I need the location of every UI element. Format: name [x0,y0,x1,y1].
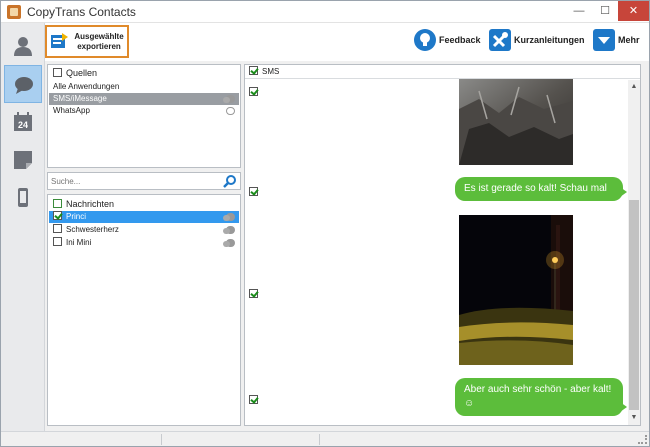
sources-header[interactable]: Quellen [49,66,239,80]
source-item-whatsapp[interactable]: WhatsApp [49,105,239,117]
resize-grip-icon[interactable] [638,435,647,444]
contacts-header-label: Nachrichten [66,199,115,209]
more-button[interactable]: Mehr [593,29,640,53]
lightbulb-icon [414,29,436,51]
contact-item-princi[interactable]: Princi [49,211,239,223]
nav-device[interactable] [4,179,42,217]
search-box [47,172,241,190]
conversation-header[interactable]: SMS [245,65,640,79]
chat-bubbles-icon [223,95,235,103]
left-nav: 24 [1,23,45,431]
export-selected-label: Ausgewählte exportieren [74,32,124,51]
message-image[interactable] [459,215,573,365]
nav-contacts[interactable] [4,27,42,65]
export-icon [51,33,68,48]
nav-calendar[interactable]: 24 [4,103,42,141]
app-window: CopyTrans Contacts — ☐ ✕ 24 Ausgewählte … [0,0,650,447]
scroll-thumb[interactable] [629,200,639,410]
minimize-button[interactable]: — [566,1,592,21]
close-button[interactable]: ✕ [618,1,649,21]
message-checkbox[interactable] [249,187,258,196]
notes-icon [14,151,32,169]
contact-checkbox[interactable] [53,211,62,220]
chat-bubbles-icon [223,213,235,221]
source-item-label: WhatsApp [53,106,90,115]
message-bubble[interactable]: Aber auch sehr schön - aber kalt! ☺ [455,378,627,416]
contact-item-schwesterherz[interactable]: Schwesterherz [49,224,239,236]
export-selected-button[interactable]: Ausgewählte exportieren [45,25,129,58]
message-checkbox[interactable] [249,289,258,298]
toolbar: Ausgewählte exportieren Feedback Kurzanl… [45,23,649,61]
source-item-all-apps[interactable]: Alle Anwendungen [49,81,239,93]
source-item-sms[interactable]: SMS/iMessage [49,93,239,105]
contacts-icon [14,37,32,56]
contact-item-label: Ini Mini [66,238,92,247]
feedback-button[interactable]: Feedback [414,29,481,53]
chat-bubbles-icon [223,239,235,247]
device-icon [18,188,28,207]
contacts-header[interactable]: Nachrichten [49,197,239,211]
source-item-label: SMS/iMessage [53,94,107,103]
conversation-header-label: SMS [262,67,280,76]
messages-checkbox[interactable] [53,199,62,208]
message-checkbox[interactable] [249,395,258,404]
message-checkbox[interactable] [249,87,258,96]
contact-item-label: Princi [66,212,87,221]
chevron-down-icon [593,29,615,51]
sources-header-label: Quellen [66,68,98,78]
status-bar [1,431,649,446]
nav-messages[interactable] [4,65,42,103]
sources-panel: Quellen Alle Anwendungen SMS/iMessage Wh… [47,64,241,168]
whatsapp-icon [226,107,235,115]
status-separator [319,434,320,445]
conversation-scrollbar[interactable]: ▲ ▼ [628,80,640,425]
app-logo-icon [7,5,21,19]
contact-checkbox[interactable] [53,237,62,246]
calendar-day-label: 24 [18,120,28,130]
contact-item-label: Schwesterherz [66,225,119,234]
tools-icon [489,29,511,51]
messages-icon [15,77,33,94]
calendar-icon: 24 [14,112,32,131]
maximize-button[interactable]: ☐ [592,1,618,21]
window-title: CopyTrans Contacts [27,5,136,19]
sources-checkbox[interactable] [53,68,62,77]
chat-bubbles-icon [223,226,235,234]
quick-guides-button[interactable]: Kurzanleitungen [489,29,585,53]
search-icon[interactable] [223,174,237,188]
search-input[interactable] [51,175,219,187]
title-bar: CopyTrans Contacts — ☐ ✕ [1,1,649,23]
contacts-panel: Nachrichten Princi Schwesterherz Ini Min… [47,194,241,426]
contact-checkbox[interactable] [53,224,62,233]
quick-guides-label: Kurzanleitungen [514,35,585,45]
feedback-label: Feedback [439,35,481,45]
nav-notes[interactable] [4,141,42,179]
scroll-up-icon[interactable]: ▲ [628,81,640,93]
conversation-checkbox[interactable] [249,66,258,75]
message-image[interactable] [459,79,573,165]
more-label: Mehr [618,35,640,45]
message-bubble[interactable]: Es ist gerade so kalt! Schau mal [455,177,627,201]
source-item-label: Alle Anwendungen [53,82,120,91]
scroll-down-icon[interactable]: ▼ [628,412,640,424]
contact-item-ini-mini[interactable]: Ini Mini [49,237,239,249]
conversation-panel: SMS Es ist gerade so kalt! Schau mal Abe… [244,64,641,426]
status-separator [161,434,162,445]
